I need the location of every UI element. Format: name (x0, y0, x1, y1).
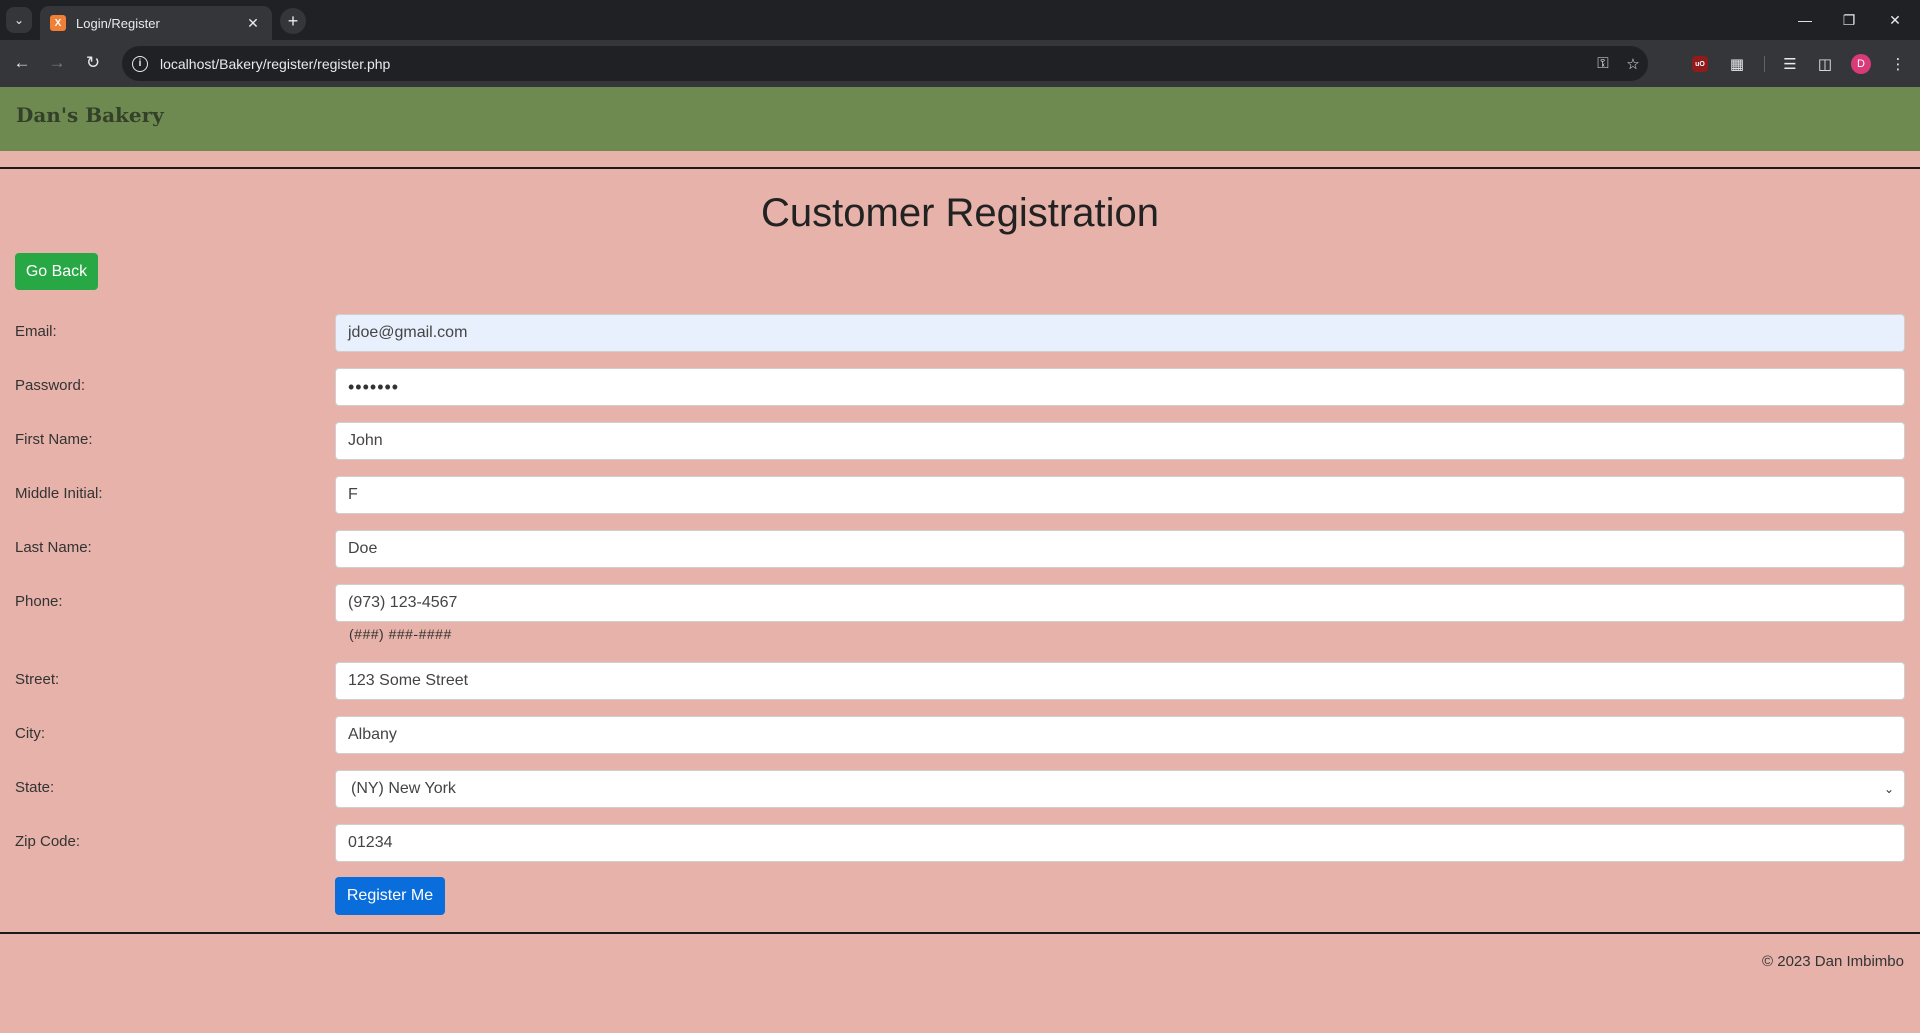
ublock-extension-icon[interactable]: uO (1688, 52, 1712, 76)
xampp-favicon-icon: X (50, 15, 66, 31)
forward-arrow-icon[interactable]: → (44, 50, 70, 76)
url-text[interactable]: localhost/Bakery/register/register.php (160, 56, 1588, 72)
chevron-down-icon: ⌄ (1883, 782, 1894, 796)
tab-close-icon[interactable]: ✕ (244, 15, 262, 32)
tab-search-chevron-icon[interactable]: ⌄ (6, 7, 32, 33)
middle-initial-label: Middle Initial: (15, 485, 103, 502)
brand-title[interactable]: Dan's Bakery (16, 103, 164, 127)
browser-menu-icon[interactable]: ⋮ (1886, 52, 1910, 76)
footer-copyright: © 2023 Dan Imbimbo (1762, 953, 1904, 970)
first-name-label: First Name: (15, 431, 93, 448)
last-name-field[interactable]: Doe (335, 530, 1905, 568)
page: Dan's Bakery Customer Registration Go Ba… (0, 87, 1920, 1033)
browser-toolbar: ← → ↻ i localhost/Bakery/register/regist… (0, 40, 1920, 87)
state-select[interactable]: (NY) New York ⌄ (335, 770, 1905, 808)
profile-avatar[interactable]: D (1849, 52, 1873, 76)
extensions-puzzle-icon[interactable]: ▦ (1725, 52, 1749, 76)
close-window-icon[interactable]: ✕ (1882, 8, 1908, 32)
media-queue-icon[interactable]: ☰ (1778, 52, 1802, 76)
site-info-icon[interactable]: i (132, 55, 148, 72)
tab-title: Login/Register (76, 15, 160, 31)
password-key-icon[interactable]: ⚿ (1588, 55, 1618, 72)
state-selected-value: (NY) New York (351, 780, 456, 797)
site-header: Dan's Bakery (0, 87, 1920, 151)
go-back-button[interactable]: Go Back (15, 253, 98, 290)
address-bar[interactable]: i localhost/Bakery/register/register.php… (122, 46, 1648, 81)
browser-tab[interactable]: X Login/Register ✕ (40, 6, 272, 40)
page-title: Customer Registration (761, 191, 1159, 235)
top-divider (0, 167, 1920, 169)
phone-format-hint: (###) ###-#### (349, 626, 452, 642)
password-field[interactable]: ••••••• (335, 368, 1905, 406)
password-label: Password: (15, 377, 86, 394)
toolbar-divider (1764, 56, 1765, 72)
last-name-label: Last Name: (15, 539, 92, 556)
tab-bar: ⌄ X Login/Register ✕ + — ❐ ✕ (0, 0, 1920, 40)
restore-icon[interactable]: ❐ (1836, 8, 1862, 32)
new-tab-icon[interactable]: + (280, 8, 306, 34)
street-field[interactable]: 123 Some Street (335, 662, 1905, 700)
city-label: City: (15, 725, 45, 742)
zip-label: Zip Code: (15, 833, 81, 850)
back-arrow-icon[interactable]: ← (9, 50, 35, 76)
state-label: State: (15, 779, 55, 796)
register-button[interactable]: Register Me (335, 877, 445, 915)
bottom-divider (0, 932, 1920, 934)
phone-field[interactable]: (973) 123-4567 (335, 584, 1905, 622)
middle-initial-field[interactable]: F (335, 476, 1905, 514)
email-label: Email: (15, 323, 57, 340)
city-field[interactable]: Albany (335, 716, 1905, 754)
phone-label: Phone: (15, 593, 63, 610)
reload-icon[interactable]: ↻ (80, 50, 106, 76)
zip-field[interactable]: 01234 (335, 824, 1905, 862)
email-field[interactable]: jdoe@gmail.com (335, 314, 1905, 352)
side-panel-icon[interactable]: ◫ (1813, 52, 1837, 76)
minimize-icon[interactable]: — (1792, 8, 1818, 32)
bookmark-star-icon[interactable]: ☆ (1618, 55, 1648, 73)
street-label: Street: (15, 671, 60, 688)
first-name-field[interactable]: John (335, 422, 1905, 460)
